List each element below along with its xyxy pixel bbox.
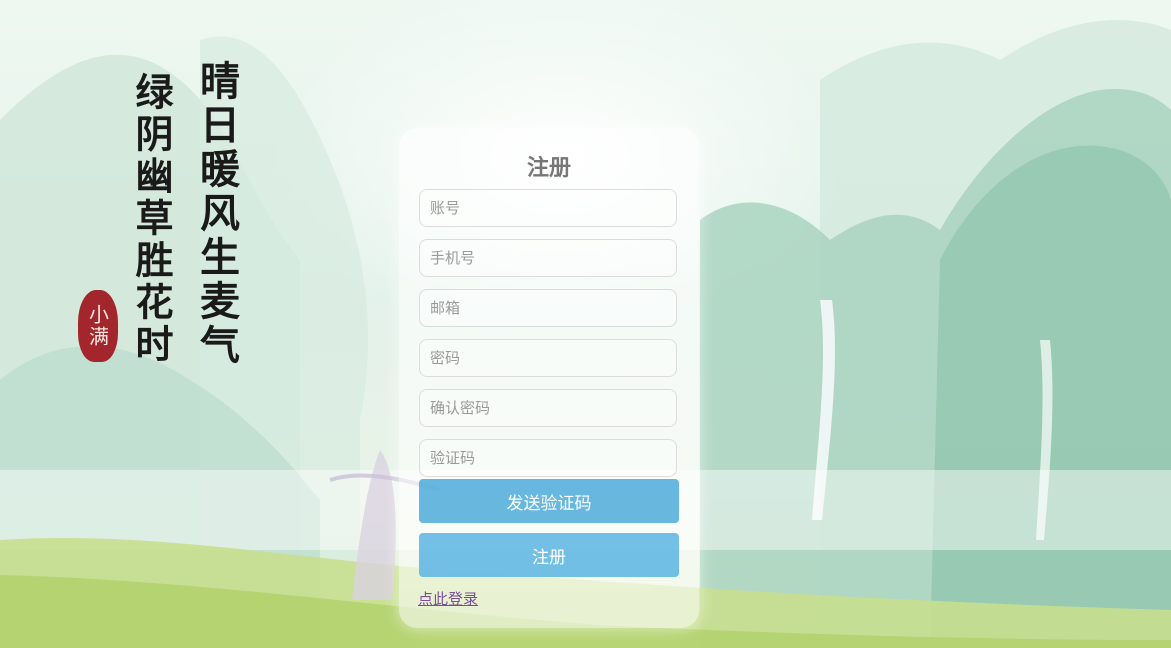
email-input[interactable] <box>419 289 677 327</box>
confirm-password-input[interactable] <box>419 389 677 427</box>
verification-code-input[interactable] <box>419 439 677 477</box>
register-title: 注册 <box>526 156 571 181</box>
register-button[interactable]: 注册 <box>419 533 679 577</box>
red-seal-stamp: 小满 <box>78 290 118 362</box>
phone-input[interactable] <box>419 239 677 277</box>
calligraphy-line-left: 绿阴幽草胜花时 <box>129 72 174 366</box>
send-code-button[interactable]: 发送验证码 <box>419 479 679 523</box>
background-scene: 晴日暖风生麦气 绿阴幽草胜花时 小满 注册 发送验证码 注册 点此登录 <box>0 0 1171 648</box>
password-input[interactable] <box>419 339 677 377</box>
account-input[interactable] <box>419 189 677 227</box>
login-link[interactable]: 点此登录 <box>418 588 478 609</box>
calligraphy-line-right: 晴日暖风生麦气 <box>193 60 240 368</box>
register-card: 注册 发送验证码 注册 点此登录 <box>399 128 699 628</box>
